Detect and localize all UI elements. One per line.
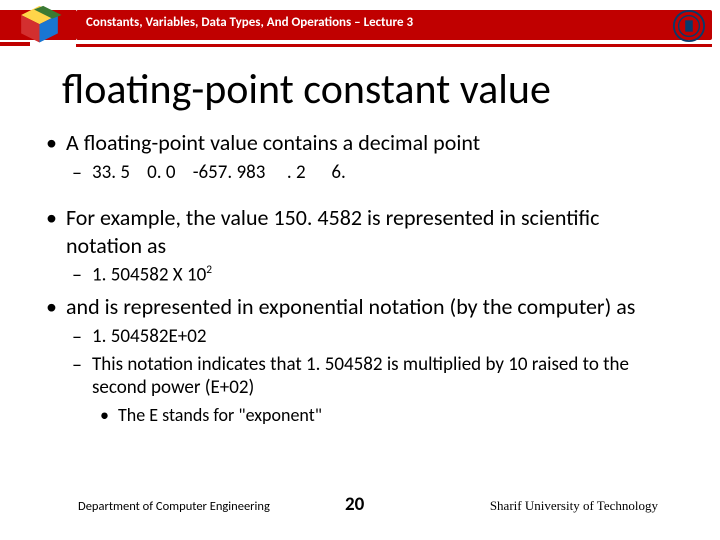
bullet-2-text: For example, the value 150. 4582 is repr… [66,204,599,259]
bullet-list: A floating-point value contains a decima… [40,129,680,184]
page-number: 20 [345,493,364,516]
bullet-3-sub-2: This notation indicates that 1. 504582 i… [66,353,680,401]
bullet-3-text: and is represented in exponential notati… [66,293,635,320]
bullet-list-2: For example, the value 150. 4582 is repr… [40,204,680,426]
bullet-3-sub-1: 1. 504582E+02 [66,325,680,349]
cube-logo-icon [12,4,67,48]
bullet-1-sub-1: 33. 5 0. 0 -657. 983 . 2 6. [66,161,680,185]
bullet-3: and is represented in exponential notati… [40,293,680,426]
bullet-2: For example, the value 150. 4582 is repr… [40,204,680,287]
header-accent-line [76,44,712,47]
lecture-title: Constants, Variables, Data Types, And Op… [86,15,413,30]
slide-footer: Department of Computer Engineering 20 Sh… [0,484,720,514]
slide-content: A floating-point value contains a decima… [0,129,720,427]
footer-department: Department of Computer Engineering [78,499,270,514]
bullet-2-sub-1: 1. 504582 X 102 [66,263,680,287]
bullet-2-sub-1-exp: 2 [206,263,212,277]
bullet-2-sub-1-base: 1. 504582 X 10 [92,264,206,287]
footer-university: Sharif University of Technology [490,498,658,514]
bullet-1-text: A floating-point value contains a decima… [66,129,480,156]
slide-title: floating-point constant value [62,64,720,115]
university-emblem-icon [672,9,706,43]
bullet-1: A floating-point value contains a decima… [40,129,680,184]
slide-header: Constants, Variables, Data Types, And Op… [0,0,720,50]
bullet-3-sub-3: The E stands for "exponent" [96,404,680,427]
